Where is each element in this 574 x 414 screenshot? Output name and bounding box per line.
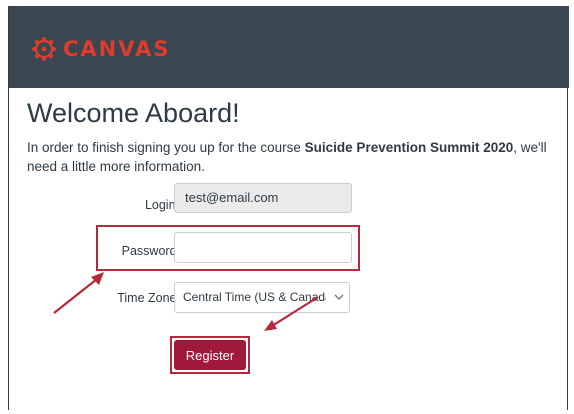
login-field: test@email.com bbox=[174, 183, 352, 213]
intro-text: In order to finish signing you up for th… bbox=[27, 138, 552, 176]
app-header: CANVAS bbox=[9, 6, 569, 88]
password-input[interactable] bbox=[174, 232, 352, 263]
canvas-logo[interactable]: CANVAS bbox=[31, 36, 170, 62]
register-button[interactable]: Register bbox=[174, 340, 246, 370]
chevron-down-icon bbox=[334, 294, 344, 300]
intro-prefix: In order to finish signing you up for th… bbox=[27, 140, 305, 155]
canvas-logo-icon bbox=[32, 37, 56, 61]
timezone-label: Time Zone: bbox=[117, 291, 180, 305]
page-title: Welcome Aboard! bbox=[27, 98, 240, 128]
course-name: Suicide Prevention Summit 2020 bbox=[304, 140, 514, 155]
password-label: Password: bbox=[121, 244, 180, 258]
canvas-logo-text: CANVAS bbox=[63, 37, 171, 61]
timezone-selected-value: Central Time (US & Canada) (- bbox=[183, 290, 326, 304]
timezone-select[interactable]: Central Time (US & Canada) (- bbox=[174, 282, 350, 313]
